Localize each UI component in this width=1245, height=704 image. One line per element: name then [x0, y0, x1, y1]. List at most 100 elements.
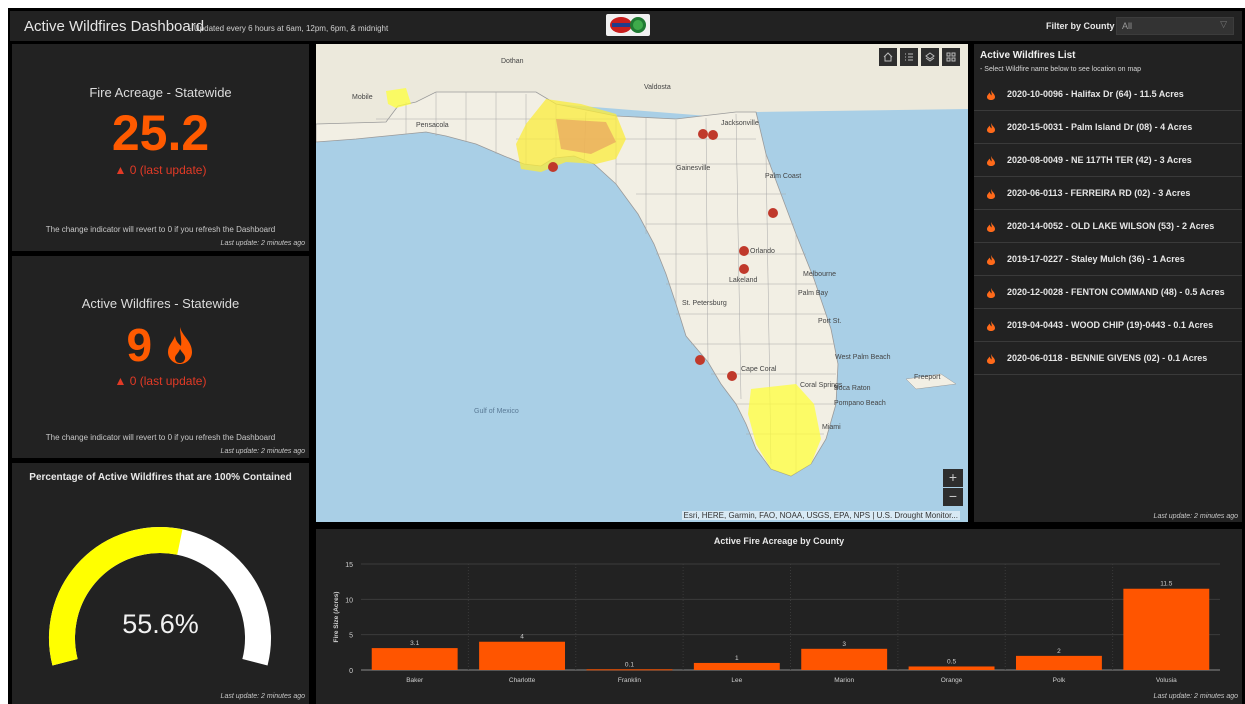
gauge-title: Percentage of Active Wildfires that are …: [29, 472, 292, 483]
x-tick-label: Polk: [1053, 677, 1066, 684]
map-label-jacksonville: Jacksonville: [721, 120, 759, 127]
wildfire-list-item[interactable]: 2020-14-0052 - OLD LAKE WILSON (53) - 2 …: [974, 210, 1242, 243]
map-attribution: Esri, HERE, Garmin, FAO, NOAA, USGS, EPA…: [681, 511, 960, 520]
zoom-in-button[interactable]: +: [943, 469, 963, 487]
wildfire-list-item-label: 2020-06-0113 - FERREIRA RD (02) - 3 Acre…: [1007, 188, 1191, 198]
bar-value-label: 2: [1057, 648, 1061, 655]
active-wildfires-value-row: 9: [12, 318, 309, 372]
flame-icon: [987, 123, 995, 133]
map-label-miami: Miami: [822, 424, 841, 431]
wildfire-list-item-label: 2019-04-0443 - WOOD CHIP (19)-0443 - 0.1…: [1007, 320, 1214, 330]
bar-value-label: 1: [735, 655, 739, 662]
wildfire-map[interactable]: Dothan Valdosta Mobile Pensacola Jackson…: [316, 44, 968, 522]
fire-marker: [739, 246, 749, 256]
wildfire-list-panel: Active Wildfires List - Select Wildfire …: [974, 44, 1242, 522]
containment-gauge: [49, 527, 271, 666]
flame-icon: [167, 327, 192, 364]
bar: [586, 669, 673, 671]
basemap-button[interactable]: [942, 48, 960, 66]
filter-county-label: Filter by County: [1046, 21, 1115, 31]
wildfire-list-subtitle: - Select Wildfire name below to see loca…: [980, 66, 1142, 73]
bar: [693, 662, 780, 670]
active-wildfires-note: The change indicator will revert to 0 if…: [45, 433, 276, 442]
x-tick-label: Baker: [406, 677, 424, 684]
active-wildfires-panel: Active Wildfires - Statewide 9 ▲ 0 (last…: [12, 256, 309, 458]
bar: [908, 666, 995, 670]
flame-icon: [987, 255, 995, 265]
flame-icon: [987, 354, 995, 364]
legend-button[interactable]: [900, 48, 918, 66]
map-label-palm-coast: Palm Coast: [765, 173, 802, 180]
bar: [1123, 588, 1210, 670]
gauge-fill: [49, 527, 183, 666]
dashboard-header: Active Wildfires Dashboard - Updated eve…: [10, 11, 1242, 41]
bar-value-label: 0.1: [625, 661, 634, 668]
bar-value-label: 3.1: [410, 640, 419, 647]
y-tick-label: 15: [345, 562, 353, 569]
acreage-bar-chart: 0 5 10 15 Fire Size (Acres) 3.1 Baker 4 Charlott…: [333, 562, 1220, 684]
active-wildfires-title: Active Wildfires - Statewide: [81, 296, 240, 311]
wildfire-list-item[interactable]: 2020-06-0113 - FERREIRA RD (02) - 3 Acre…: [974, 177, 1242, 210]
fire-marker: [698, 129, 708, 139]
map-label-valdosta: Valdosta: [644, 84, 671, 91]
fire-marker: [768, 208, 778, 218]
fire-acreage-panel: Fire Acreage - Statewide 25.2 ▲ 0 (last …: [12, 44, 309, 251]
map-label-st-petersburg: St. Petersburg: [682, 300, 727, 307]
wildfire-list-item-label: 2020-08-0049 - NE 117TH TER (42) - 3 Acr…: [1007, 155, 1192, 165]
chart-updated: Last update: 2 minutes ago: [1153, 693, 1238, 700]
wildfire-list-item-label: 2020-06-0118 - BENNIE GIVENS (02) - 0.1 …: [1007, 353, 1208, 363]
x-tick-label: Charlotte: [509, 677, 536, 684]
wildfire-list-item[interactable]: 2020-15-0031 - Palm Island Dr (08) - 4 A…: [974, 111, 1242, 144]
map-label-dothan: Dothan: [501, 58, 524, 65]
y-tick-label: 10: [345, 597, 353, 604]
wildfire-list-item[interactable]: 2020-12-0028 - FENTON COMMAND (48) - 0.5…: [974, 276, 1242, 309]
fire-marker: [727, 371, 737, 381]
map-label-freeport: Freeport: [914, 374, 941, 381]
fire-acreage-updated: Last update: 2 minutes ago: [220, 240, 305, 247]
x-tick-label: Lee: [731, 677, 742, 684]
county-filter-value: All: [1122, 21, 1133, 31]
wildfire-list-item-label: 2020-15-0031 - Palm Island Dr (08) - 4 A…: [1007, 122, 1193, 132]
home-button[interactable]: [879, 48, 897, 66]
map-label-port-st: Port St.: [818, 318, 842, 325]
map-basemap: [316, 44, 968, 477]
gauge-updated: Last update: 2 minutes ago: [220, 693, 305, 700]
county-filter-select[interactable]: All ▽: [1116, 17, 1234, 35]
wildfire-list-title: Active Wildfires List: [980, 50, 1076, 61]
map-label-lakeland: Lakeland: [729, 277, 758, 284]
flame-icon: [987, 156, 995, 166]
dashboard-subtitle: - Updated every 6 hours at 6am, 12pm, 6p…: [189, 24, 389, 33]
dashboard-title: Active Wildfires Dashboard: [24, 18, 205, 35]
bar: [371, 648, 458, 670]
active-wildfires-updated: Last update: 2 minutes ago: [220, 448, 305, 455]
y-tick-label: 0: [349, 668, 353, 675]
fire-acreage-note: The change indicator will revert to 0 if…: [45, 225, 276, 234]
acreage-by-county-chart-panel: Active Fire Acreage by County 0 5 10 15 Fire…: [316, 529, 1242, 704]
map-label-west-palm-beach: West Palm Beach: [835, 354, 891, 361]
map-label-pensacola: Pensacola: [416, 122, 449, 129]
wildfire-list-item[interactable]: 2020-10-0096 - Halifax Dr (64) - 11.5 Ac…: [974, 78, 1242, 111]
fire-marker: [708, 130, 718, 140]
x-tick-label: Marion: [834, 677, 854, 684]
wildfire-list-item[interactable]: 2019-17-0227 - Staley Mulch (36) - 1 Acr…: [974, 243, 1242, 276]
wildfire-list-item[interactable]: 2020-08-0049 - NE 117TH TER (42) - 3 Acr…: [974, 144, 1242, 177]
fire-marker: [548, 162, 558, 172]
map-label-orlando: Orlando: [750, 248, 775, 255]
layers-button[interactable]: [921, 48, 939, 66]
bar-value-label: 0.5: [947, 658, 956, 665]
x-tick-label: Orange: [941, 677, 963, 684]
flame-icon: [987, 90, 995, 100]
y-tick-label: 5: [349, 633, 353, 640]
wildfire-list-item-label: 2020-10-0096 - Halifax Dr (64) - 11.5 Ac…: [1007, 89, 1184, 99]
zoom-out-button[interactable]: −: [943, 488, 963, 506]
chevron-down-icon: ▽: [1220, 19, 1227, 29]
map-label-cape-coral: Cape Coral: [741, 366, 777, 373]
wildfire-list-item[interactable]: 2019-04-0443 - WOOD CHIP (19)-0443 - 0.1…: [974, 309, 1242, 342]
fire-marker: [695, 355, 705, 365]
wildfire-list-item[interactable]: 2020-06-0118 - BENNIE GIVENS (02) - 0.1 …: [974, 342, 1242, 375]
agency-logo: [606, 14, 650, 36]
wildfire-list-item-label: 2019-17-0227 - Staley Mulch (36) - 1 Acr…: [1007, 254, 1185, 264]
bar-value-label: 4: [520, 634, 524, 641]
active-wildfires-value: 9: [126, 319, 153, 371]
x-tick-label: Volusia: [1156, 677, 1177, 684]
